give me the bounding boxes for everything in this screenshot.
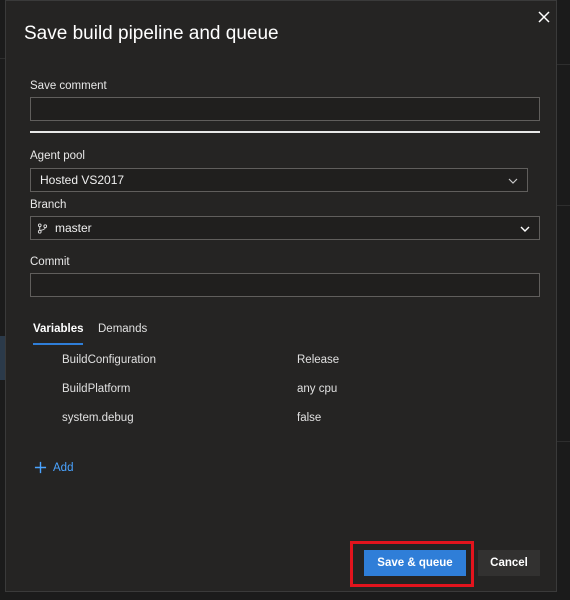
agent-pool-value: Hosted VS2017 [40,173,125,187]
add-label: Add [53,461,74,474]
commit-label: Commit [30,256,70,268]
comment-divider [30,131,540,133]
variable-row[interactable]: BuildPlatform any cpu [62,383,532,403]
close-icon[interactable] [536,9,552,25]
chevron-down-icon [520,226,530,232]
active-tab-indicator [33,343,83,345]
agent-pool-select[interactable]: Hosted VS2017 [30,168,528,192]
variable-name: system.debug [62,412,134,424]
background-divider [557,64,570,65]
variable-row[interactable]: system.debug false [62,412,532,432]
branch-label: Branch [30,199,67,211]
branch-value: master [55,221,92,235]
tab-variables[interactable]: Variables [33,323,84,335]
background-divider [557,441,570,442]
variable-name: BuildPlatform [62,383,131,395]
save-comment-label: Save comment [30,80,107,92]
tab-demands[interactable]: Demands [98,323,147,335]
variable-value: Release [297,354,340,366]
save-pipeline-dialog: Save build pipeline and queue Save comme… [5,0,557,592]
plus-icon [34,461,47,474]
variable-name: BuildConfiguration [62,354,156,366]
variable-value: false [297,412,322,424]
variable-row[interactable]: BuildConfiguration Release [62,354,532,374]
save-comment-input[interactable] [30,97,540,121]
branch-icon [37,222,48,234]
save-and-queue-button[interactable]: Save & queue [364,550,466,576]
cancel-button[interactable]: Cancel [478,550,540,576]
variable-value: any cpu [297,383,338,395]
dialog-title: Save build pipeline and queue [24,23,279,44]
agent-pool-label: Agent pool [30,150,85,162]
background-divider [557,205,570,206]
add-variable-button[interactable]: Add [34,461,73,474]
branch-select[interactable]: master [30,216,540,240]
chevron-down-icon [508,178,518,184]
commit-input[interactable] [30,273,540,297]
